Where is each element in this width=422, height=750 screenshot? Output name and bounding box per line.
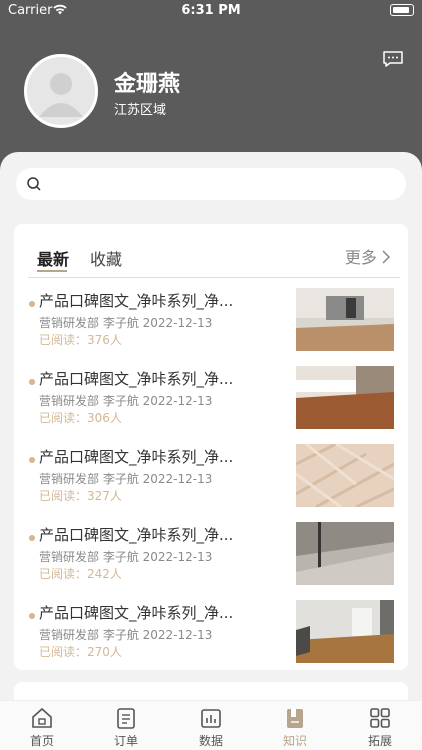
article-item[interactable]: 产品口碑图文_净咔系列_净... 营销研发部 李子航 2022-12-13 已阅… [14,600,408,678]
article-meta: 营销研发部 李子航 2022-12-13 [39,316,213,330]
order-icon [117,708,135,729]
bullet-dot [29,535,35,541]
article-read-count: 已阅读：376人 [39,333,122,347]
content-panel: 最新 收藏 更多 产品口碑图文_净咔系列_净... 营销研发部 李子航 2022… [0,152,422,712]
tab-latest[interactable]: 最新 [37,246,69,270]
knowledge-card: 最新 收藏 更多 产品口碑图文_净咔系列_净... 营销研发部 李子航 2022… [14,224,408,670]
tab-expand[interactable]: 拓展 [350,707,410,749]
divider [28,277,400,278]
bottom-tab-bar: 首页 订单 数据 知识 拓展 [0,700,422,750]
tab-favorite[interactable]: 收藏 [90,246,122,270]
tab-knowledge-label: 知识 [282,734,307,748]
article-read-count: 已阅读：327人 [39,489,122,503]
more-label: 更多 [344,248,377,267]
article-title: 产品口碑图文_净咔系列_净... [39,526,234,544]
article-meta: 营销研发部 李子航 2022-12-13 [39,394,213,408]
article-meta: 营销研发部 李子航 2022-12-13 [39,628,213,642]
tab-indicator [37,270,67,272]
avatar[interactable] [24,54,98,128]
article-meta: 营销研发部 李子航 2022-12-13 [39,472,213,486]
article-read-count: 已阅读：242人 [39,567,122,581]
more-button[interactable]: 更多 [344,244,391,268]
tab-knowledge[interactable]: 知识 [265,707,325,749]
article-meta: 营销研发部 李子航 2022-12-13 [39,550,213,564]
bullet-dot [29,301,35,307]
status-bar: Carrier 6:31 PM [0,0,422,22]
search-icon [26,176,42,192]
article-thumbnail [296,522,394,585]
article-thumbnail [296,366,394,429]
article-thumbnail [296,600,394,663]
search-input[interactable] [16,168,406,200]
article-thumbnail [296,444,394,507]
tab-data-label: 数据 [198,734,223,748]
article-item[interactable]: 产品口碑图文_净咔系列_净... 营销研发部 李子航 2022-12-13 已阅… [14,522,408,600]
article-item[interactable]: 产品口碑图文_净咔系列_净... 营销研发部 李子航 2022-12-13 已阅… [14,444,408,522]
home-icon [32,707,52,728]
grid-icon [370,708,390,728]
article-title: 产品口碑图文_净咔系列_净... [39,292,234,310]
article-thumbnail [296,288,394,351]
clock: 6:31 PM [181,3,241,18]
user-region: 江苏区域 [114,103,167,118]
article-title: 产品口碑图文_净咔系列_净... [39,370,234,388]
book-icon [287,709,303,728]
chevron-right-icon [382,250,391,264]
user-name: 金珊燕 [114,72,181,97]
article-title: 产品口碑图文_净咔系列_净... [39,448,234,466]
article-item[interactable]: 产品口碑图文_净咔系列_净... 营销研发部 李子航 2022-12-13 已阅… [14,288,408,366]
tab-home[interactable]: 首页 [12,707,72,749]
bullet-dot [29,613,35,619]
article-item[interactable]: 产品口碑图文_净咔系列_净... 营销研发部 李子航 2022-12-13 已阅… [14,366,408,444]
article-read-count: 已阅读：270人 [39,645,122,659]
battery-icon [390,4,414,16]
article-title: 产品口碑图文_净咔系列_净... [39,604,234,622]
tab-home-label: 首页 [29,734,54,748]
tab-expand-label: 拓展 [367,734,392,748]
tab-orders[interactable]: 订单 [96,707,156,749]
bullet-dot [29,457,35,463]
chart-icon [201,709,221,728]
tab-orders-label: 订单 [113,734,138,748]
bullet-dot [29,379,35,385]
article-read-count: 已阅读：306人 [39,411,122,425]
tab-data[interactable]: 数据 [181,707,241,749]
message-icon[interactable] [382,50,404,68]
